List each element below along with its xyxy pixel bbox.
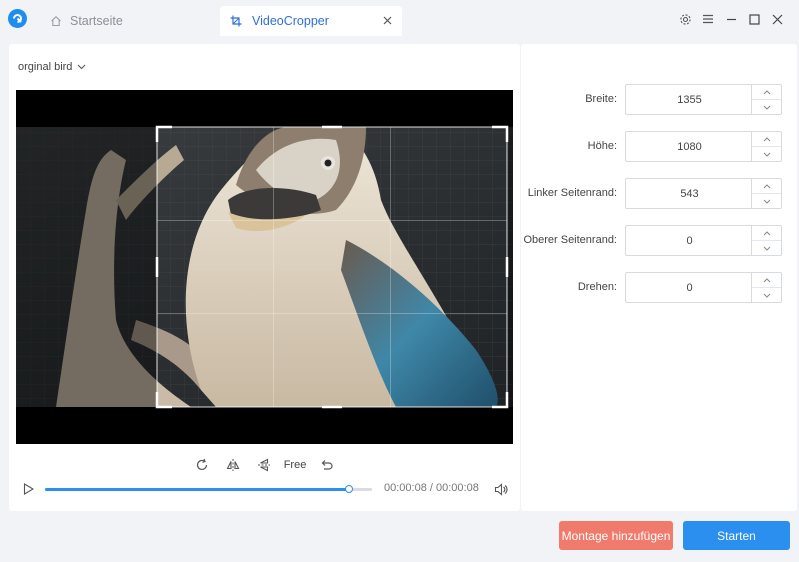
chevron-down-icon[interactable] xyxy=(752,288,781,303)
chevron-up-icon[interactable] xyxy=(752,226,781,241)
minimize-icon[interactable] xyxy=(722,10,740,28)
field-top-margin: Oberer Seitenrand: xyxy=(521,225,797,257)
field-label: Höhe: xyxy=(587,140,617,152)
top-margin-input[interactable] xyxy=(625,225,753,256)
tab-home[interactable]: Startseite xyxy=(40,6,220,36)
chevron-up-icon[interactable] xyxy=(752,132,781,147)
crop-icon xyxy=(230,15,242,27)
chevron-down-icon[interactable] xyxy=(752,241,781,256)
tab-videocropper-label: VideoCropper xyxy=(252,14,329,28)
video-preview xyxy=(16,90,513,444)
maximize-icon[interactable] xyxy=(745,10,763,28)
video-frame-image xyxy=(16,125,513,409)
rotate-stepper xyxy=(751,272,782,303)
progress-slider[interactable] xyxy=(45,485,372,493)
start-button[interactable]: Starten xyxy=(683,521,790,550)
home-icon xyxy=(50,15,62,27)
width-stepper xyxy=(751,84,782,115)
timecode: 00:00:08 / 00:00:08 xyxy=(384,482,479,494)
tab-videocropper[interactable]: VideoCropper xyxy=(220,6,402,36)
settings-panel: Breite: Höhe: Linker Seitenrand: Oberer … xyxy=(521,44,797,511)
gear-icon[interactable] xyxy=(676,10,694,28)
chevron-down-icon[interactable] xyxy=(752,100,781,115)
progress-knob[interactable] xyxy=(345,485,354,493)
aspect-ratio-free[interactable]: Free xyxy=(283,454,307,476)
top-margin-stepper xyxy=(751,225,782,256)
reset-icon[interactable] xyxy=(319,454,335,476)
chevron-up-icon[interactable] xyxy=(752,273,781,288)
field-left-margin: Linker Seitenrand: xyxy=(521,178,797,210)
chevron-down-icon[interactable] xyxy=(752,147,781,162)
height-stepper xyxy=(751,131,782,162)
title-bar: Startseite VideoCropper xyxy=(0,0,799,40)
preview-panel: orginal bird Free 00:00:08 / 00:00:08 xyxy=(9,44,520,511)
chevron-up-icon[interactable] xyxy=(752,179,781,194)
tab-home-label: Startseite xyxy=(70,14,123,28)
field-height: Höhe: xyxy=(521,131,797,163)
height-input[interactable] xyxy=(625,131,753,162)
width-input[interactable] xyxy=(625,84,753,115)
field-label: Breite: xyxy=(585,93,617,105)
progress-fill xyxy=(45,488,350,491)
play-icon[interactable] xyxy=(21,482,35,496)
rotate-icon[interactable] xyxy=(194,454,210,476)
chevron-down-icon xyxy=(77,61,86,73)
source-dropdown[interactable]: orginal bird xyxy=(18,61,86,73)
chevron-down-icon[interactable] xyxy=(752,194,781,209)
menu-icon[interactable] xyxy=(699,10,717,28)
source-dropdown-value: orginal bird xyxy=(18,61,73,73)
field-label: Oberer Seitenrand: xyxy=(523,234,617,246)
playback-bar: 00:00:08 / 00:00:08 xyxy=(9,478,520,500)
left-margin-input[interactable] xyxy=(625,178,753,209)
volume-icon[interactable] xyxy=(493,481,509,497)
edit-toolbar: Free xyxy=(9,454,520,476)
add-montage-button[interactable]: Montage hinzufügen xyxy=(559,521,673,550)
field-rotate: Drehen: xyxy=(521,272,797,304)
field-label: Drehen: xyxy=(577,281,617,293)
flip-vertical-icon[interactable] xyxy=(256,454,272,476)
rotate-input[interactable] xyxy=(625,272,753,303)
chevron-up-icon[interactable] xyxy=(752,85,781,100)
close-icon[interactable] xyxy=(768,10,786,28)
field-label: Linker Seitenrand: xyxy=(527,187,617,199)
left-margin-stepper xyxy=(751,178,782,209)
tab-close-icon[interactable] xyxy=(380,13,394,27)
flip-horizontal-icon[interactable] xyxy=(225,454,241,476)
app-logo-icon xyxy=(8,9,27,28)
field-width: Breite: xyxy=(521,84,797,116)
